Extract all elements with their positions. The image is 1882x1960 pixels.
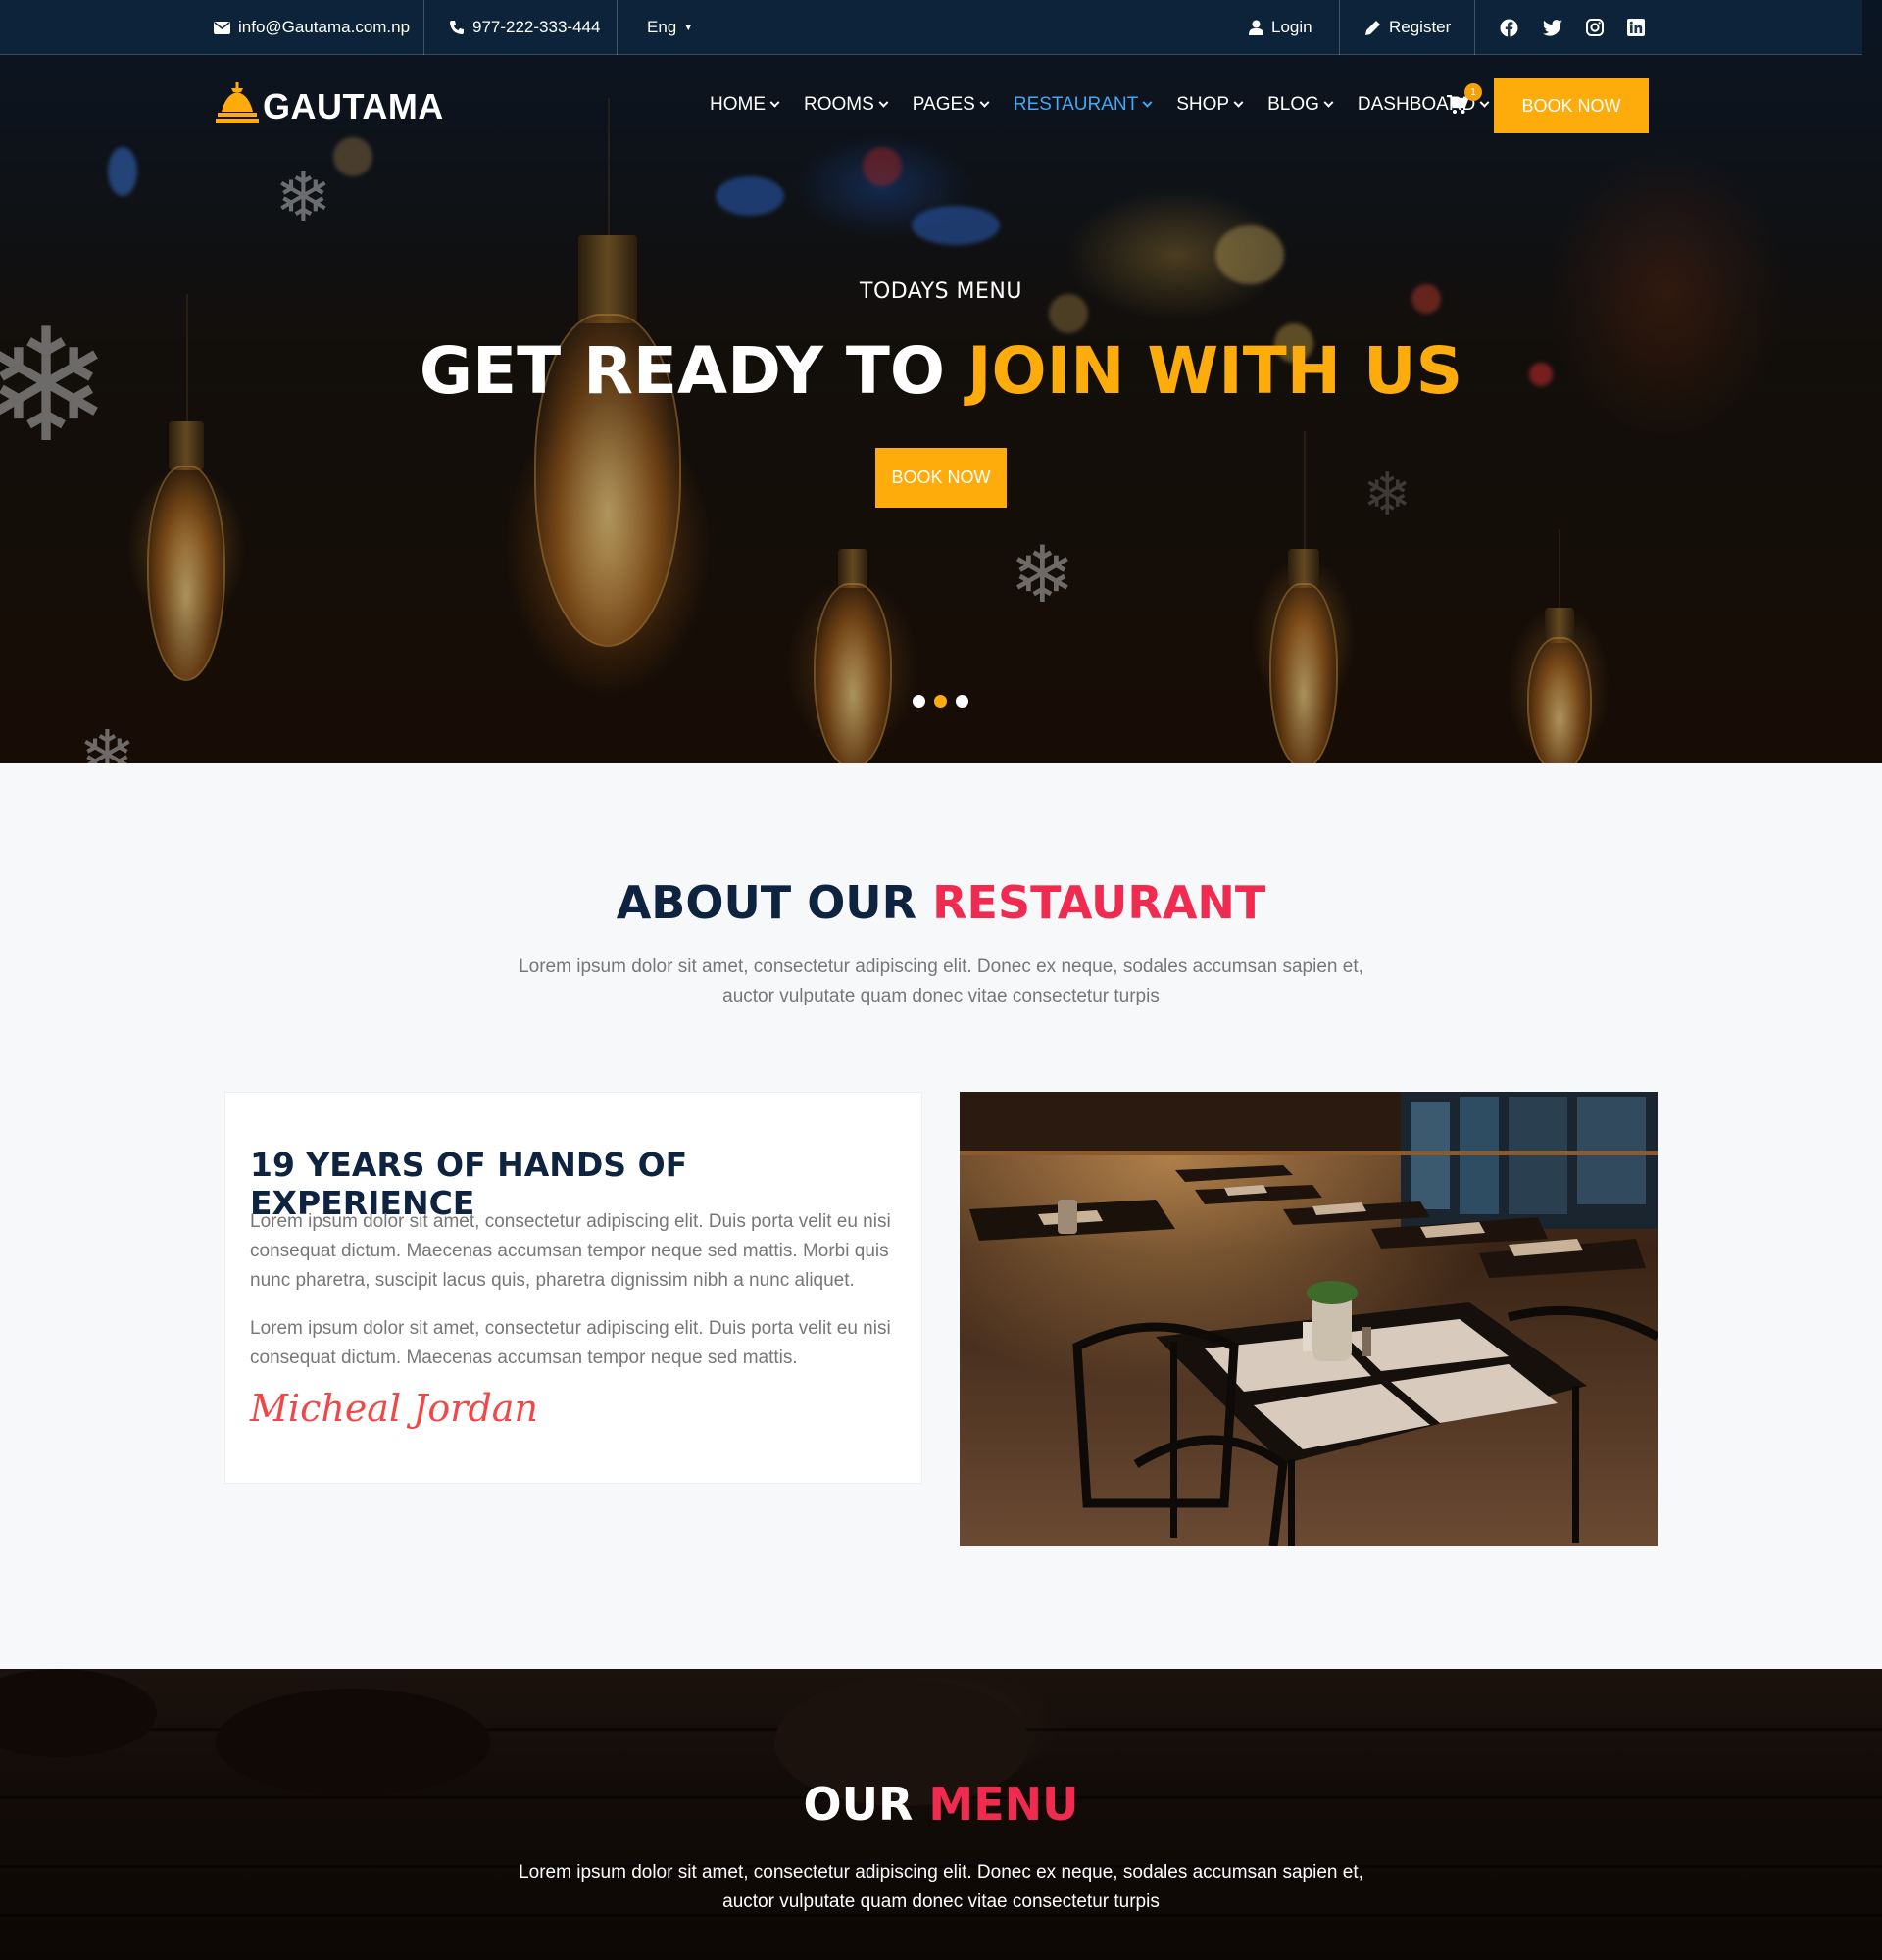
experience-card: 19 YEARS OF HANDS OF EXPERIENCE Lorem ip… bbox=[224, 1092, 922, 1484]
restaurant-interior-image bbox=[960, 1092, 1658, 1546]
nav-label: BLOG bbox=[1267, 94, 1319, 115]
slider-dot-2[interactable] bbox=[934, 695, 947, 708]
nav-item-blog[interactable]: BLOG bbox=[1267, 94, 1334, 116]
logo-text: GAUTAMA bbox=[263, 85, 444, 126]
nav-label: HOME bbox=[710, 94, 766, 115]
hero-subtitle: TODAYS MENU bbox=[860, 279, 1022, 304]
nav-label: ROOMS bbox=[804, 94, 874, 115]
hero-title: GET READY TO JOIN WITH US bbox=[0, 333, 1882, 409]
slider-dot-3[interactable] bbox=[956, 695, 968, 708]
email-text: info@Gautama.com.np bbox=[238, 18, 411, 36]
stupa-logo-icon bbox=[216, 82, 259, 130]
pencil-icon bbox=[1364, 20, 1381, 36]
instagram-icon[interactable] bbox=[1585, 18, 1605, 37]
chevron-down-icon bbox=[1479, 97, 1490, 108]
nav-item-rooms[interactable]: ROOMS bbox=[804, 94, 889, 116]
linkedin-icon[interactable] bbox=[1626, 18, 1646, 37]
menu-title-highlight: MENU bbox=[928, 1778, 1079, 1831]
nav-label: RESTAURANT bbox=[1013, 94, 1139, 115]
chevron-down-icon bbox=[1323, 97, 1334, 108]
nav-item-home[interactable]: HOME bbox=[710, 94, 780, 116]
chevron-down-icon bbox=[769, 97, 780, 108]
language-select[interactable]: Eng ▼ bbox=[647, 0, 693, 55]
login-link[interactable]: Login bbox=[1249, 0, 1312, 55]
experience-paragraph-1: Lorem ipsum dolor sit amet, consectetur … bbox=[250, 1211, 891, 1291]
about-title: ABOUT OUR RESTAURANT bbox=[0, 876, 1882, 929]
signature: Micheal Jordan bbox=[250, 1387, 538, 1430]
chevron-down-icon bbox=[1233, 97, 1244, 108]
experience-paragraph-2: Lorem ipsum dolor sit amet, consectetur … bbox=[250, 1318, 891, 1368]
user-icon bbox=[1249, 20, 1263, 35]
cart-count-badge: 1 bbox=[1464, 83, 1482, 101]
phone-icon bbox=[449, 20, 465, 35]
about-title-text: ABOUT OUR bbox=[616, 876, 933, 929]
language-value: Eng bbox=[647, 18, 677, 36]
hero-title-text: GET READY TO bbox=[419, 333, 967, 409]
book-now-hero-button[interactable]: BOOK NOW bbox=[875, 448, 1007, 508]
nav-label: PAGES bbox=[912, 94, 975, 115]
cart-icon[interactable] bbox=[1447, 94, 1469, 120]
slider-dot-1[interactable] bbox=[913, 695, 925, 708]
nav-item-pages[interactable]: PAGES bbox=[912, 94, 990, 116]
book-now-header-button[interactable]: BOOK NOW bbox=[1494, 78, 1649, 133]
email-link[interactable]: info@Gautama.com.np bbox=[214, 0, 410, 55]
phone-link[interactable]: 977-222-333-444 bbox=[449, 0, 600, 55]
menu-description: Lorem ipsum dolor sit amet, consectetur … bbox=[519, 1862, 1363, 1912]
chevron-down-icon bbox=[979, 97, 990, 108]
top-bar: info@Gautama.com.np 977-222-333-444 Eng … bbox=[0, 0, 1862, 55]
hero-title-highlight: JOIN WITH US bbox=[966, 333, 1463, 409]
twitter-icon[interactable] bbox=[1543, 18, 1562, 37]
register-text: Register bbox=[1389, 18, 1452, 36]
menu-title: OUR MENU bbox=[0, 1778, 1882, 1831]
about-title-highlight: RESTAURANT bbox=[932, 876, 1266, 929]
chevron-down-icon bbox=[878, 97, 889, 108]
caret-down-icon: ▼ bbox=[683, 22, 694, 33]
about-description: Lorem ipsum dolor sit amet, consectetur … bbox=[519, 956, 1363, 1006]
slider-dots bbox=[913, 695, 977, 708]
main-nav: HOME ROOMS PAGES RESTAURANT SHOP BLOG DA… bbox=[710, 94, 1513, 116]
site-logo[interactable]: GAUTAMA bbox=[216, 82, 444, 130]
menu-title-text: OUR bbox=[803, 1778, 929, 1831]
envelope-icon bbox=[214, 21, 230, 34]
phone-text: 977-222-333-444 bbox=[472, 18, 601, 36]
hero-section: ❄ ❄ ❄ ❄ ❄ info@Gautama.com.np 977-222-33… bbox=[0, 0, 1882, 763]
nav-item-restaurant[interactable]: RESTAURANT bbox=[1013, 94, 1153, 116]
login-text: Login bbox=[1271, 18, 1312, 36]
chevron-down-icon bbox=[1142, 97, 1153, 108]
facebook-icon[interactable] bbox=[1499, 18, 1518, 37]
register-link[interactable]: Register bbox=[1364, 0, 1451, 55]
nav-label: SHOP bbox=[1176, 94, 1230, 115]
nav-item-shop[interactable]: SHOP bbox=[1176, 94, 1244, 116]
